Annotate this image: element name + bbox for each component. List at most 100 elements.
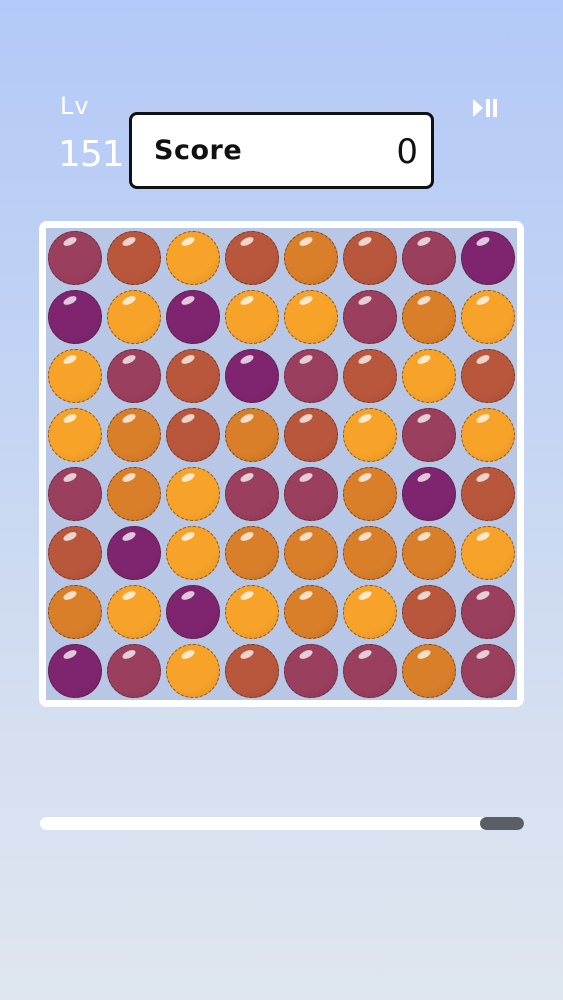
board-cell[interactable]	[105, 523, 164, 582]
board-cell[interactable]	[458, 287, 517, 346]
board-cell[interactable]	[46, 287, 105, 346]
score-label: Score	[154, 135, 243, 166]
board-cell[interactable]	[458, 405, 517, 464]
board-cell[interactable]	[282, 464, 341, 523]
board-cell[interactable]	[340, 287, 399, 346]
ball-plum	[460, 584, 515, 639]
board-cell[interactable]	[458, 523, 517, 582]
board-cell[interactable]	[105, 228, 164, 287]
board-cell[interactable]	[105, 346, 164, 405]
board-cell[interactable]	[340, 582, 399, 641]
board-cell[interactable]	[46, 346, 105, 405]
ball-plum	[283, 348, 338, 403]
board-cell[interactable]	[164, 346, 223, 405]
ball-plum	[225, 466, 280, 521]
ball-orange	[342, 525, 397, 580]
ball-amber	[225, 584, 280, 639]
board-cell[interactable]	[164, 464, 223, 523]
board-cell[interactable]	[105, 582, 164, 641]
board-cell[interactable]	[340, 464, 399, 523]
ball-purple	[166, 584, 221, 639]
board-cell[interactable]	[223, 405, 282, 464]
board-cell[interactable]	[399, 464, 458, 523]
ball-rust	[48, 525, 103, 580]
ball-amber	[460, 525, 515, 580]
board-cell[interactable]	[282, 228, 341, 287]
board-cell[interactable]	[46, 641, 105, 700]
game-board	[39, 221, 524, 707]
board-cell[interactable]	[223, 582, 282, 641]
board-cell[interactable]	[164, 287, 223, 346]
ball-amber	[342, 584, 397, 639]
ball-purple	[107, 525, 162, 580]
level-value: 151	[58, 134, 125, 175]
board-cell[interactable]	[46, 582, 105, 641]
board-cell[interactable]	[223, 464, 282, 523]
ball-amber	[107, 289, 162, 344]
ball-plum	[283, 466, 338, 521]
board-cell[interactable]	[399, 346, 458, 405]
board-cell[interactable]	[399, 523, 458, 582]
ball-amber	[166, 230, 221, 285]
play-pause-icon[interactable]	[471, 96, 499, 120]
board-cell[interactable]	[223, 287, 282, 346]
ball-plum	[48, 230, 103, 285]
board-cell[interactable]	[458, 641, 517, 700]
ball-rust	[460, 466, 515, 521]
board-cell[interactable]	[282, 346, 341, 405]
board-cell[interactable]	[458, 582, 517, 641]
board-cell[interactable]	[340, 405, 399, 464]
board-cell[interactable]	[399, 287, 458, 346]
board-cell[interactable]	[46, 405, 105, 464]
ball-rust	[225, 643, 280, 698]
board-cell[interactable]	[164, 582, 223, 641]
ball-orange	[107, 466, 162, 521]
board-cell[interactable]	[164, 523, 223, 582]
ball-purple	[48, 643, 103, 698]
board-cell[interactable]	[223, 228, 282, 287]
board-cell[interactable]	[458, 228, 517, 287]
ball-orange	[225, 525, 280, 580]
board-cell[interactable]	[105, 405, 164, 464]
board-cell[interactable]	[105, 287, 164, 346]
board-cell[interactable]	[399, 641, 458, 700]
ball-rust	[342, 230, 397, 285]
ball-amber	[166, 466, 221, 521]
ball-amber	[48, 407, 103, 462]
board-cell[interactable]	[399, 582, 458, 641]
board-cell[interactable]	[340, 641, 399, 700]
ball-amber	[283, 289, 338, 344]
board-cell[interactable]	[458, 464, 517, 523]
board-cell[interactable]	[282, 582, 341, 641]
board-cell[interactable]	[458, 346, 517, 405]
level-label: Lv	[60, 92, 90, 120]
ball-purple	[401, 466, 456, 521]
board-cell[interactable]	[46, 228, 105, 287]
board-cell[interactable]	[164, 228, 223, 287]
board-cell[interactable]	[105, 464, 164, 523]
board-cell[interactable]	[340, 228, 399, 287]
ball-orange	[48, 584, 103, 639]
ball-purple	[166, 289, 221, 344]
board-cell[interactable]	[223, 523, 282, 582]
board-cell[interactable]	[340, 346, 399, 405]
ball-amber	[225, 289, 280, 344]
ball-amber	[166, 525, 221, 580]
board-cell[interactable]	[164, 405, 223, 464]
board-cell[interactable]	[164, 641, 223, 700]
board-cell[interactable]	[282, 287, 341, 346]
ball-orange	[401, 289, 456, 344]
board-cell[interactable]	[399, 228, 458, 287]
board-cell[interactable]	[282, 523, 341, 582]
board-cell[interactable]	[223, 346, 282, 405]
board-cell[interactable]	[46, 523, 105, 582]
ball-amber	[460, 289, 515, 344]
board-cell[interactable]	[46, 464, 105, 523]
board-cell[interactable]	[282, 641, 341, 700]
board-cell[interactable]	[399, 405, 458, 464]
board-cell[interactable]	[282, 405, 341, 464]
board-cell[interactable]	[105, 641, 164, 700]
ball-orange	[283, 525, 338, 580]
board-cell[interactable]	[340, 523, 399, 582]
board-cell[interactable]	[223, 641, 282, 700]
